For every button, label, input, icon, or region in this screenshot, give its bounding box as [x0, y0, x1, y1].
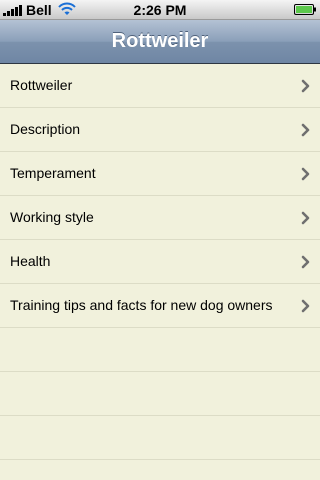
- chevron-right-icon: [301, 211, 310, 225]
- page-title: Rottweiler: [111, 30, 209, 52]
- list-item-rottweiler[interactable]: Rottweiler: [0, 64, 320, 108]
- chevron-right-icon: [301, 167, 310, 181]
- navigation-bar: Rottweiler: [0, 20, 320, 64]
- empty-row: [0, 416, 320, 460]
- empty-row: [0, 372, 320, 416]
- status-time: 2:26 PM: [133, 2, 187, 18]
- list-item-working-style[interactable]: Working style: [0, 196, 320, 240]
- menu-list: Rottweiler Description Temperament Worki…: [0, 64, 320, 460]
- chevron-right-icon: [301, 255, 310, 269]
- list-item-training-tips[interactable]: Training tips and facts for new dog owne…: [0, 284, 320, 328]
- list-item-label: Rottweiler: [10, 77, 73, 93]
- list-item-label: Training tips and facts for new dog owne…: [10, 297, 273, 313]
- list-item-health[interactable]: Health: [0, 240, 320, 284]
- list-item-label: Working style: [10, 209, 94, 225]
- list-item-label: Description: [10, 121, 81, 137]
- list-item-temperament[interactable]: Temperament: [0, 152, 320, 196]
- empty-row: [0, 328, 320, 372]
- chevron-right-icon: [301, 299, 310, 313]
- list-item-label: Health: [10, 253, 51, 269]
- chevron-right-icon: [301, 79, 310, 93]
- battery-icon: [294, 4, 316, 15]
- list-item-label: Temperament: [10, 165, 96, 181]
- status-bar: Bell 2:26 PM: [0, 0, 320, 20]
- chevron-right-icon: [301, 123, 310, 137]
- list-item-description[interactable]: Description: [0, 108, 320, 152]
